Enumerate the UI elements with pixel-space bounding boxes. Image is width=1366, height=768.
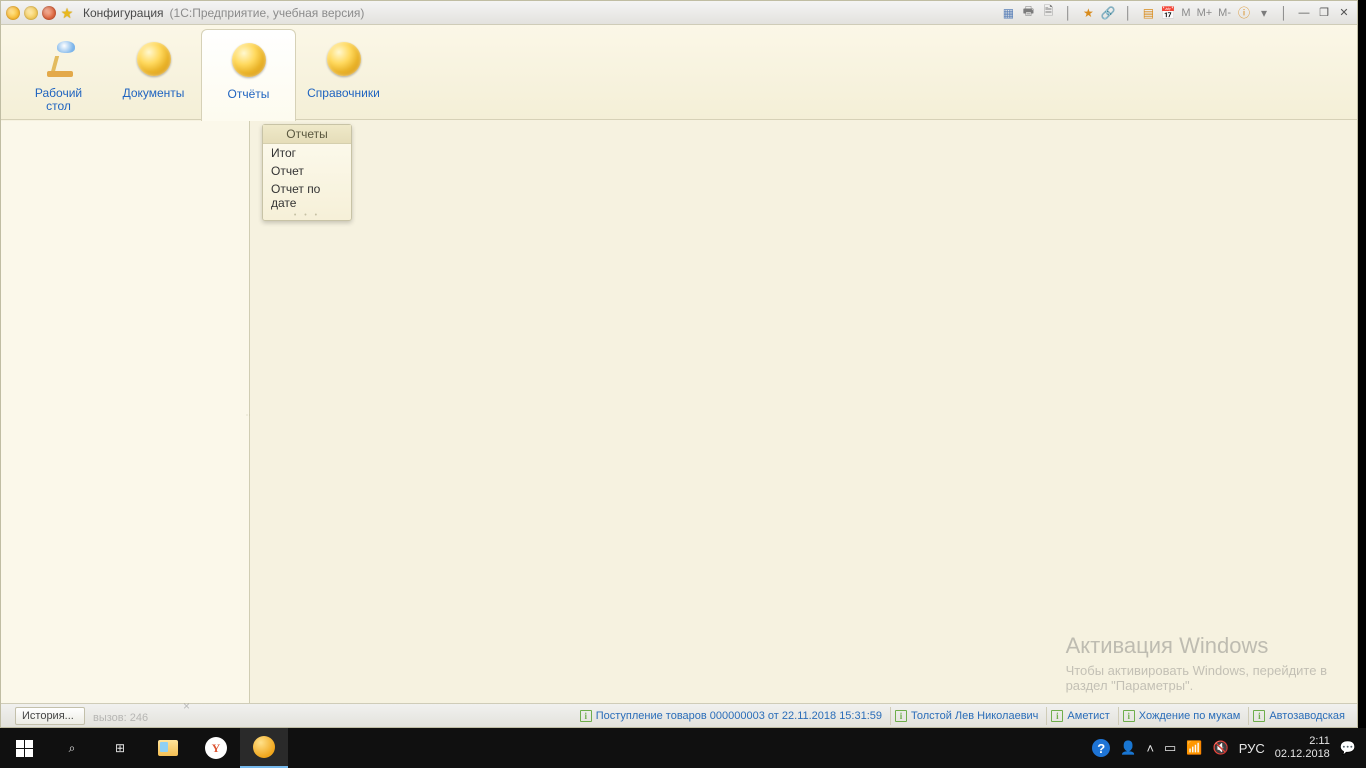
- mem-mminus[interactable]: M-: [1216, 7, 1233, 19]
- volume-mute-icon[interactable]: 🔇: [1213, 740, 1229, 756]
- menu-grip[interactable]: • • •: [263, 212, 351, 220]
- section-reports[interactable]: Отчёты: [201, 29, 296, 121]
- app-window: ★ Конфигурация (1С:Предприятие, учебная …: [0, 0, 1358, 728]
- windows-activation-watermark: Активация Windows Чтобы активировать Win…: [1066, 633, 1327, 693]
- dropdown-icon[interactable]: ▾: [1255, 4, 1273, 22]
- menu-header: Отчеты: [263, 125, 351, 144]
- app-icon-1c[interactable]: [5, 5, 21, 21]
- clock-time: 2:11: [1275, 735, 1330, 748]
- window-title: Конфигурация: [83, 6, 164, 20]
- info-badge-icon: i: [1123, 710, 1135, 722]
- watermark-line2: раздел "Параметры".: [1066, 678, 1194, 693]
- chevron-up-icon[interactable]: ˄: [1146, 741, 1154, 756]
- status-links: iПоступление товаров 000000003 от 22.11.…: [576, 707, 1357, 725]
- search-icon: ⌕: [69, 741, 76, 756]
- favorites-star-icon[interactable]: ★: [59, 5, 75, 21]
- ghost-close-icon[interactable]: ×: [183, 699, 190, 713]
- section-label: Отчёты: [228, 88, 270, 101]
- info-icon[interactable]: ⓘ: [1235, 4, 1253, 22]
- language-indicator[interactable]: РУС: [1239, 741, 1265, 756]
- taskview-icon: ⊞: [115, 741, 125, 755]
- calendar-icon[interactable]: 📅: [1159, 4, 1177, 22]
- people-icon[interactable]: 👤: [1120, 740, 1136, 756]
- nav-back-button[interactable]: [23, 5, 39, 21]
- desk-lamp-icon: [37, 37, 81, 81]
- section-label: Справочники: [307, 87, 380, 100]
- explorer-button[interactable]: [144, 728, 192, 768]
- doc-icon[interactable]: 🗎: [1039, 4, 1057, 22]
- menu-item-itog[interactable]: Итог: [263, 144, 351, 162]
- menu-item-otchet-po-date[interactable]: Отчет по дате: [263, 180, 351, 212]
- titlebar: ★ Конфигурация (1С:Предприятие, учебная …: [1, 1, 1357, 25]
- yandex-icon: Y: [205, 737, 227, 759]
- status-link[interactable]: iПоступление товаров 000000003 от 22.11.…: [576, 707, 886, 725]
- task-view-button[interactable]: ⊞: [96, 728, 144, 768]
- reports-menu: Отчеты Итог Отчет Отчет по дате • • •: [262, 124, 352, 221]
- star-icon[interactable]: ★: [1079, 4, 1097, 22]
- history-label: История...: [22, 710, 74, 722]
- status-link[interactable]: iАвтозаводская: [1248, 707, 1349, 725]
- section-tabs: Рабочий стол Документы Отчёты Справочник…: [1, 25, 1357, 120]
- onec-app-button[interactable]: [240, 728, 288, 768]
- mem-m[interactable]: M: [1179, 7, 1192, 19]
- status-link[interactable]: iХождение по мукам: [1118, 707, 1245, 725]
- nav-forward-button[interactable]: [41, 5, 57, 21]
- app-statusbar: История... вызов: 246 × iПоступление тов…: [1, 703, 1357, 727]
- onec-icon: [253, 736, 275, 758]
- system-tray: ? 👤 ˄ ▭ 📶 🔇 РУС 2:11 02.12.2018 💬: [1092, 735, 1366, 761]
- link-icon[interactable]: 🔗: [1099, 4, 1117, 22]
- print-icon[interactable]: 🖶: [1019, 4, 1037, 22]
- clock-date: 02.12.2018: [1275, 748, 1330, 761]
- info-badge-icon: i: [895, 710, 907, 722]
- section-desktop[interactable]: Рабочий стол: [11, 25, 106, 119]
- history-button[interactable]: История...: [15, 707, 85, 725]
- coin-icon: [227, 38, 271, 82]
- info-badge-icon: i: [1253, 710, 1265, 722]
- divider: │: [1059, 4, 1077, 22]
- left-pane: ⋮: [1, 121, 250, 703]
- action-center-icon[interactable]: 💬: [1340, 740, 1356, 756]
- battery-icon[interactable]: ▭: [1164, 740, 1176, 756]
- section-label: Документы: [123, 87, 185, 100]
- maximize-button[interactable]: ❐: [1315, 5, 1333, 21]
- search-button[interactable]: ⌕: [48, 728, 96, 768]
- watermark-line1: Чтобы активировать Windows, перейдите в: [1066, 663, 1327, 678]
- status-link[interactable]: iТолстой Лев Николаевич: [890, 707, 1042, 725]
- start-button[interactable]: [0, 728, 48, 768]
- section-label: Рабочий стол: [35, 87, 82, 113]
- folder-icon: [158, 740, 178, 756]
- coin-icon: [132, 37, 176, 81]
- divider: │: [1275, 4, 1293, 22]
- windows-taskbar: ⌕ ⊞ Y ? 👤 ˄ ▭ 📶 🔇 РУС 2:11 02.12.2018 💬: [0, 728, 1366, 768]
- windows-logo-icon: [16, 740, 33, 757]
- coin-icon: [322, 37, 366, 81]
- calculator-icon[interactable]: ▤: [1139, 4, 1157, 22]
- window-subtitle: (1С:Предприятие, учебная версия): [170, 6, 365, 20]
- yandex-browser-button[interactable]: Y: [192, 728, 240, 768]
- info-badge-icon: i: [580, 710, 592, 722]
- menu-item-otchet[interactable]: Отчет: [263, 162, 351, 180]
- help-icon[interactable]: ?: [1092, 739, 1110, 757]
- panel-icon[interactable]: ▦: [999, 4, 1017, 22]
- wifi-icon[interactable]: 📶: [1186, 740, 1202, 756]
- status-link[interactable]: iАметист: [1046, 707, 1113, 725]
- mem-mplus[interactable]: M+: [1195, 7, 1215, 19]
- ghost-calls-text: вызов: 246: [93, 712, 148, 724]
- right-pane: Отчеты Итог Отчет Отчет по дате • • • Ак…: [250, 121, 1357, 703]
- section-directories[interactable]: Справочники: [296, 25, 391, 119]
- section-documents[interactable]: Документы: [106, 25, 201, 119]
- watermark-title: Активация Windows: [1066, 633, 1327, 659]
- divider: │: [1119, 4, 1137, 22]
- clock[interactable]: 2:11 02.12.2018: [1275, 735, 1330, 761]
- minimize-button[interactable]: —: [1295, 5, 1313, 21]
- info-badge-icon: i: [1051, 710, 1063, 722]
- close-button[interactable]: ✕: [1335, 5, 1353, 21]
- main-area: ⋮ Отчеты Итог Отчет Отчет по дате • • • …: [1, 121, 1357, 703]
